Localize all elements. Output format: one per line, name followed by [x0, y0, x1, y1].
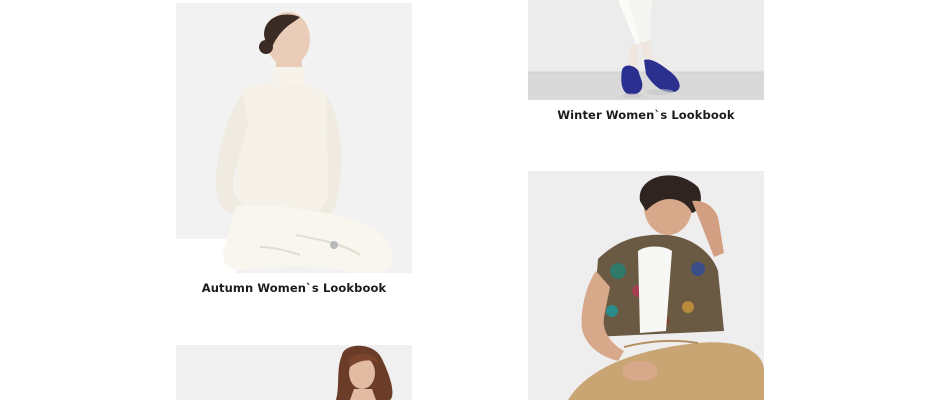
lookbook-title-winter-women[interactable]: Winter Women`s Lookbook — [528, 108, 764, 122]
winter-photo-illustration — [528, 0, 764, 100]
men-photo-illustration — [528, 171, 764, 400]
women-wavy-photo-illustration — [176, 345, 412, 400]
lookbook-image-women-wavy[interactable] — [176, 345, 412, 400]
lookbook-image-winter-women[interactable] — [528, 0, 764, 100]
lookbook-card-autumn-women[interactable]: Autumn Women`s Lookbook — [176, 3, 412, 298]
lookbook-image-men[interactable] — [528, 171, 764, 400]
lookbook-title-autumn-women[interactable]: Autumn Women`s Lookbook — [176, 281, 412, 295]
lookbook-image-autumn-women[interactable] — [176, 3, 412, 273]
lookbook-card-women-wavy[interactable] — [176, 345, 412, 400]
lookbook-card-winter-women[interactable]: Winter Women`s Lookbook — [528, 0, 764, 125]
lookbook-card-men[interactable] — [528, 171, 764, 400]
autumn-photo-illustration — [176, 3, 412, 273]
